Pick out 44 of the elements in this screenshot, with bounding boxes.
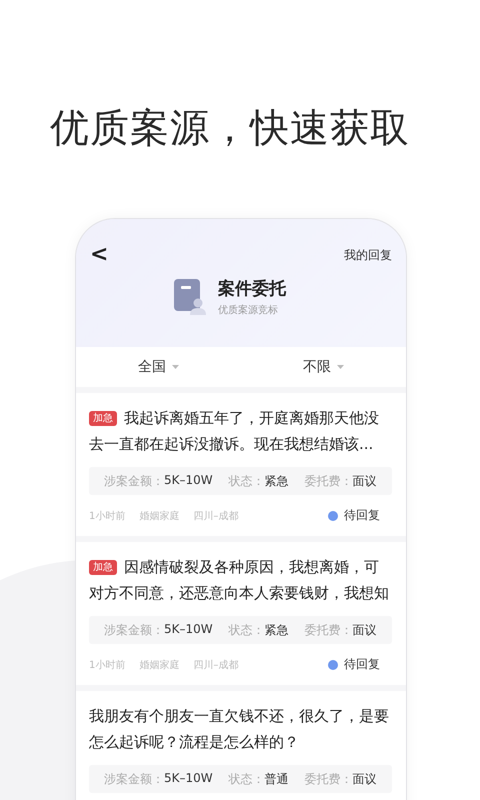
case-meta: 1小时前: [89, 658, 126, 672]
folder-person-icon: [174, 279, 206, 315]
field-label: 委托费：: [304, 622, 353, 638]
dropdown-caret-icon: [172, 365, 179, 369]
field-value: 面议: [352, 622, 377, 638]
case-description: 加急 我起诉离婚五年了，开庭离婚那天他没去一直都在起诉没撤诉。现在我想结婚该...: [89, 408, 380, 455]
field-value: 5K–10W: [164, 472, 213, 488]
filter-dropdown[interactable]: 不限: [241, 358, 406, 376]
urgent-tag: 加急: [89, 560, 117, 575]
field-value: 面议: [352, 472, 377, 490]
field-value: 5K–10W: [164, 770, 213, 786]
case-meta: 婚姻家庭: [139, 658, 180, 672]
field-label: 状态：: [228, 472, 265, 490]
status-label: 待回复: [344, 507, 380, 524]
field-label: 委托费：: [304, 472, 353, 490]
field-value: 普通: [264, 770, 289, 788]
case-card[interactable]: 加急 我起诉离婚五年了，开庭离婚那天他没去一直都在起诉没撤诉。现在我想结婚该... 涉案金额：5K–10W 状态：紧急 委托费：面议 1小时前 婚姻家庭 四川–成都 待回复: [76, 393, 406, 536]
field-label: 涉案金额：: [104, 472, 164, 490]
field-label: 委托费：: [304, 770, 353, 788]
page-subtitle: 优质案源竞标: [218, 304, 279, 317]
my-replies-link[interactable]: 我的回复: [344, 246, 392, 264]
case-meta: 1小时前: [89, 510, 126, 522]
case-card[interactable]: 加急 因感情破裂及各种原因，我想离婚，可对方不同意，还恶意向本人索要钱财，我想知 涉案金额：5K–10W 状态：紧急 委托费：面议 1小时前 婚姻家庭 四川–成都 待回复: [76, 542, 406, 685]
field-value: 紧急: [264, 622, 289, 638]
filter-dropdown[interactable]: 全国: [76, 358, 241, 376]
headline: 优质案源，快速获取: [49, 105, 411, 153]
case-card[interactable]: 我朋友有个朋友一直欠钱不还，很久了，是要怎么起诉呢？流程是怎么样的？ 涉案金额：5K–10W 状态：普通 委托费：面议: [76, 691, 406, 800]
field-label: 状态：: [228, 770, 265, 788]
field-value: 面议: [352, 770, 377, 788]
case-description: 加急 因感情破裂及各种原因，我想离婚，可对方不同意，还恶意向本人索要钱财，我想知: [89, 557, 390, 604]
case-description: 我朋友有个朋友一直欠钱不还，很久了，是要怎么起诉呢？流程是怎么样的？: [89, 706, 390, 753]
field-label: 状态：: [228, 622, 265, 638]
dropdown-caret-icon: [337, 365, 344, 369]
case-meta: 婚姻家庭: [139, 510, 180, 522]
page-title: 案件委托: [218, 278, 286, 300]
urgent-tag: 加急: [89, 411, 117, 426]
field-label: 涉案金额：: [104, 622, 164, 638]
field-label: 涉案金额：: [104, 770, 164, 788]
case-meta: 四川–成都: [193, 510, 238, 522]
back-button[interactable]: <: [90, 243, 108, 267]
status-label: 待回复: [344, 656, 380, 673]
field-value: 5K–10W: [164, 622, 213, 638]
field-value: 紧急: [264, 472, 289, 490]
case-meta: 四川–成都: [193, 658, 238, 672]
